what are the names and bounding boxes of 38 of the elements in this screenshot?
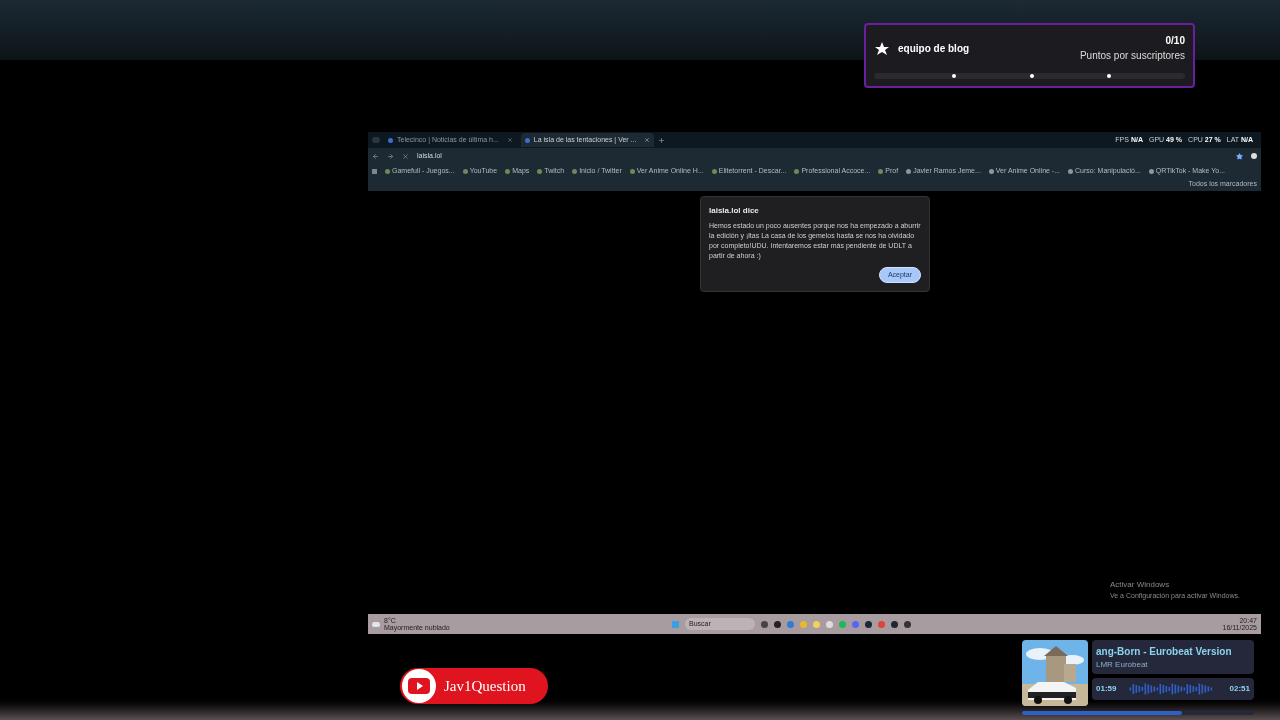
back-icon[interactable] [372, 152, 379, 160]
favicon-icon [572, 168, 578, 174]
track-title: ang-Born - Eurobeat Version [1096, 644, 1233, 659]
stop-icon[interactable] [402, 152, 409, 160]
stars-icon [874, 41, 890, 57]
activation-title: Activar Windows [1110, 579, 1171, 591]
dialog-title: laisla.lol dice [709, 205, 760, 217]
channel-name: Jav1Question [444, 676, 526, 696]
close-icon[interactable] [506, 137, 513, 143]
track-artist: LMR Eurobeat [1096, 658, 1149, 671]
play-logo-icon [408, 678, 430, 694]
favicon-icon [711, 168, 717, 174]
cloud-icon [372, 621, 380, 627]
elapsed-time: 01:59 [1096, 683, 1117, 695]
favicon-icon [1068, 168, 1074, 174]
start-icon[interactable] [672, 620, 679, 628]
close-icon[interactable] [644, 137, 651, 143]
forward-icon[interactable] [387, 152, 394, 160]
star-icon[interactable] [1236, 152, 1243, 160]
favicon-icon [988, 168, 994, 174]
favicon-icon [537, 168, 543, 174]
favicon-icon [385, 168, 390, 174]
apps-icon[interactable] [372, 168, 377, 174]
total-time: 02:51 [1229, 683, 1250, 695]
favicon-icon [794, 168, 800, 174]
goal-subtitle: Puntos por suscriptores [1079, 49, 1185, 63]
favicon-icon [629, 168, 635, 174]
new-tab-icon[interactable] [658, 136, 666, 144]
profile-icon[interactable] [1251, 153, 1257, 159]
favicon-icon [462, 168, 468, 174]
favicon-icon [906, 168, 912, 174]
favicon-icon [524, 137, 530, 143]
favicon-icon [388, 137, 393, 143]
favicon-icon [1148, 168, 1154, 174]
favicon-icon [878, 168, 884, 174]
goal-count: 0/10 [1165, 34, 1185, 48]
widget-title: equipo de blog [898, 42, 970, 56]
favicon-icon [505, 168, 511, 174]
